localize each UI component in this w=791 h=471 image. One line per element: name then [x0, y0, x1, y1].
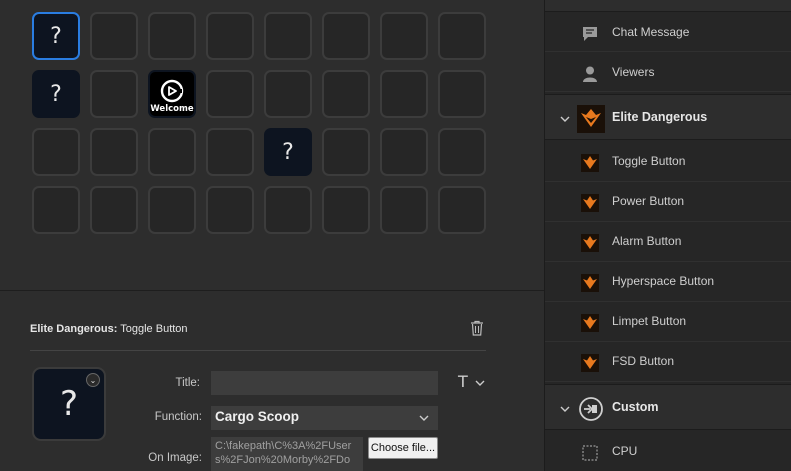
key-3-3[interactable]	[148, 128, 196, 176]
title-input[interactable]	[211, 371, 438, 395]
elite-dangerous-icon	[581, 154, 599, 172]
key-1-3[interactable]	[148, 12, 196, 60]
chevron-down-icon[interactable]	[474, 377, 486, 389]
key-3-1[interactable]	[32, 128, 80, 176]
elite-dangerous-icon	[581, 274, 599, 292]
action-alarm-button[interactable]: Alarm Button	[545, 222, 791, 262]
key-4-1[interactable]	[32, 186, 80, 234]
chat-icon	[583, 27, 597, 41]
key-2-3-welcome[interactable]: Welcome	[148, 70, 196, 118]
action-toggle-button[interactable]: Toggle Button	[545, 142, 791, 182]
key-2-5[interactable]	[264, 70, 312, 118]
key-1-7[interactable]	[380, 12, 428, 60]
chevron-down-icon[interactable]: ⌄	[86, 373, 100, 387]
key-3-8[interactable]	[438, 128, 486, 176]
choose-file-button[interactable]: Choose file...	[368, 437, 438, 459]
category-header-partial	[545, 0, 791, 12]
action-cpu[interactable]: CPU	[545, 432, 791, 471]
key-1-5[interactable]	[264, 12, 312, 60]
title-label: Title:	[175, 377, 201, 389]
key-3-5[interactable]: ?	[264, 128, 312, 176]
key-4-7[interactable]	[380, 186, 428, 234]
action-label: Toggle Button	[612, 154, 686, 168]
key-1-2[interactable]	[90, 12, 138, 60]
category-label: Elite Dangerous	[612, 110, 708, 124]
trash-icon[interactable]	[470, 320, 484, 336]
elite-dangerous-icon	[581, 354, 599, 372]
key-4-3[interactable]	[148, 186, 196, 234]
action-hyperspace-button[interactable]: Hyperspace Button	[545, 262, 791, 302]
key-2-7[interactable]	[380, 70, 428, 118]
question-mark-icon: ?	[50, 23, 62, 49]
elite-dangerous-icon	[581, 314, 599, 332]
on-image-path: C:\fakepath\C%3A%2FUsers%2FJon%20Morby%2…	[211, 437, 363, 471]
property-inspector: Elite Dangerous: Toggle Button ? ⌄ Title…	[0, 290, 544, 471]
key-2-2[interactable]	[90, 70, 138, 118]
welcome-label: Welcome	[150, 104, 194, 114]
action-power-button[interactable]: Power Button	[545, 182, 791, 222]
key-3-7[interactable]	[380, 128, 428, 176]
action-label: FSD Button	[612, 354, 675, 368]
function-value: Cargo Scoop	[215, 409, 300, 424]
key-grid: ? ? Welcome ?	[0, 0, 544, 290]
category-custom[interactable]: Custom	[545, 384, 791, 430]
action-header: Elite Dangerous: Toggle Button	[30, 323, 188, 335]
cpu-icon	[582, 445, 598, 461]
action-viewers[interactable]: Viewers	[545, 52, 791, 92]
action-label: CPU	[612, 444, 638, 458]
action-name: Toggle Button	[117, 323, 188, 335]
key-1-4[interactable]	[206, 12, 254, 60]
elite-dangerous-icon	[581, 234, 599, 252]
action-chat-message[interactable]: Chat Message	[545, 12, 791, 52]
elite-dangerous-icon	[581, 194, 599, 212]
category-label: Custom	[612, 400, 659, 414]
key-2-4[interactable]	[206, 70, 254, 118]
key-3-4[interactable]	[206, 128, 254, 176]
function-label: Function:	[154, 411, 202, 423]
action-label: Chat Message	[612, 25, 690, 39]
action-limpet-button[interactable]: Limpet Button	[545, 302, 791, 342]
action-label: Hyperspace Button	[612, 274, 715, 288]
text-style-icon[interactable]: T	[458, 372, 468, 391]
elgato-logo-icon	[160, 79, 184, 103]
key-1-8[interactable]	[438, 12, 486, 60]
action-fsd-button[interactable]: FSD Button	[545, 342, 791, 382]
key-4-2[interactable]	[90, 186, 138, 234]
action-label: Limpet Button	[612, 314, 687, 328]
function-select[interactable]: Cargo Scoop	[211, 406, 438, 430]
question-mark-icon: ?	[50, 81, 62, 107]
user-icon	[583, 66, 597, 82]
actions-sidebar: Chat Message Viewers Elite Dangerous Tog…	[544, 0, 791, 471]
category-elite-dangerous[interactable]: Elite Dangerous	[545, 94, 791, 140]
key-1-6[interactable]	[322, 12, 370, 60]
key-4-5[interactable]	[264, 186, 312, 234]
key-4-6[interactable]	[322, 186, 370, 234]
key-1-1[interactable]: ?	[32, 12, 80, 60]
action-label: Alarm Button	[612, 234, 682, 248]
key-3-2[interactable]	[90, 128, 138, 176]
key-4-8[interactable]	[438, 186, 486, 234]
chevron-down-icon[interactable]	[559, 403, 571, 415]
elgato-welcome-tile: Welcome	[150, 72, 194, 116]
key-4-4[interactable]	[206, 186, 254, 234]
key-3-6[interactable]	[322, 128, 370, 176]
chevron-down-icon[interactable]	[418, 412, 430, 424]
custom-icon	[579, 397, 603, 421]
chevron-down-icon[interactable]	[559, 113, 571, 125]
elite-dangerous-icon	[577, 105, 605, 133]
key-2-1[interactable]: ?	[32, 70, 80, 118]
divider	[30, 350, 486, 351]
stream-deck-window: ? ? Welcome ? Elite Dangerous: Toggle Bu…	[0, 0, 791, 471]
on-image-label: On Image:	[148, 452, 202, 464]
plugin-name: Elite Dangerous:	[30, 323, 118, 335]
question-mark-icon: ?	[282, 139, 294, 165]
key-2-6[interactable]	[322, 70, 370, 118]
key-2-8[interactable]	[438, 70, 486, 118]
key-preview[interactable]: ? ⌄	[32, 367, 106, 441]
action-label: Viewers	[612, 65, 655, 79]
action-label: Power Button	[612, 194, 685, 208]
